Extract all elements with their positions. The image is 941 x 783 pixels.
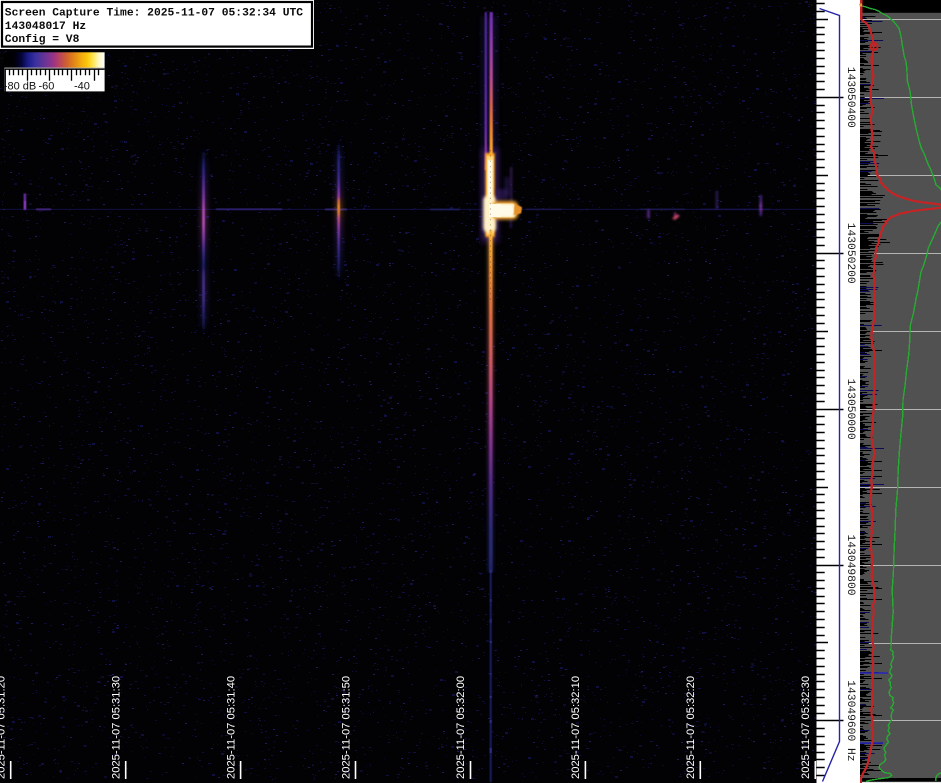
svg-text:-40: -40 xyxy=(74,80,90,92)
svg-text:143049800: 143049800 xyxy=(844,534,856,595)
svg-text:-80 dB: -80 dB xyxy=(4,80,36,92)
svg-text:2025-11-07 05:32:30: 2025-11-07 05:32:30 xyxy=(800,676,812,779)
svg-text:143048017 Hz: 143048017 Hz xyxy=(5,21,86,33)
svg-text:2025-11-07 05:32:10: 2025-11-07 05:32:10 xyxy=(570,676,582,779)
svg-text:-60: -60 xyxy=(39,80,55,92)
svg-text:143049600 Hz: 143049600 Hz xyxy=(844,680,856,761)
svg-text:2025-11-07 05:31:30: 2025-11-07 05:31:30 xyxy=(110,676,122,779)
svg-text:143050000: 143050000 xyxy=(844,379,856,440)
svg-text:2025-11-07 05:32:00: 2025-11-07 05:32:00 xyxy=(455,676,467,779)
svg-text:143050200: 143050200 xyxy=(844,223,856,284)
svg-text:143050400: 143050400 xyxy=(844,67,856,128)
svg-text:Screen Capture Time: 2025-11-0: Screen Capture Time: 2025-11-07 05:32:34… xyxy=(5,7,304,19)
svg-text:2025-11-07 05:31:40: 2025-11-07 05:31:40 xyxy=(225,676,237,779)
svg-text:Config = V8: Config = V8 xyxy=(5,34,80,46)
svg-text:2025-11-07 05:31:50: 2025-11-07 05:31:50 xyxy=(340,676,352,779)
svg-text:2025-11-07 05:32:20: 2025-11-07 05:32:20 xyxy=(685,676,697,779)
svg-text:2025-11-07 05:31:20: 2025-11-07 05:31:20 xyxy=(0,676,8,779)
